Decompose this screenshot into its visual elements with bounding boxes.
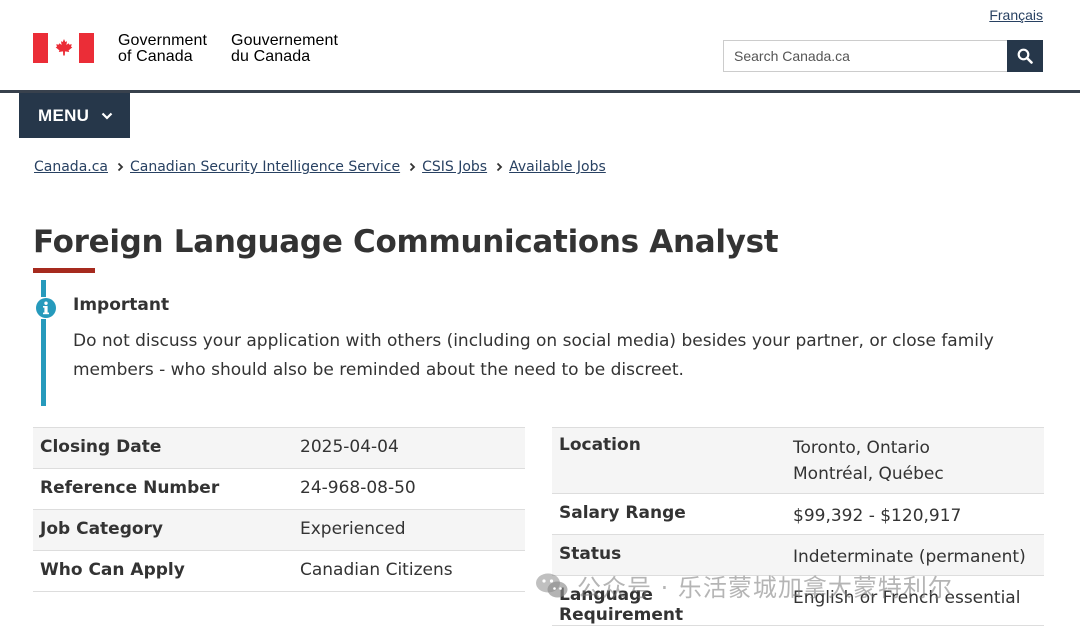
chevron-right-icon [117,162,124,172]
table-row: Who Can Apply Canadian Citizens [33,551,525,592]
detail-label: Reference Number [40,478,220,498]
detail-value: Canadian Citizens [300,560,453,580]
canada-flag [33,33,94,63]
job-details-left: Closing Date 2025-04-04 Reference Number… [33,427,525,592]
detail-value: Toronto, Ontario Montréal, Québec [793,438,944,484]
detail-label: Job Category [40,519,164,539]
alert-title: Important [73,295,170,315]
important-alert: Important Do not discuss your applicatio… [35,280,1001,406]
detail-label: Closing Date [40,437,162,457]
breadcrumb-available-jobs[interactable]: Available Jobs [509,159,606,175]
chevron-right-icon [409,162,416,172]
government-signature[interactable]: Government of Canada Gouvernement du Can… [33,33,338,65]
table-row: Closing Date 2025-04-04 [33,427,525,469]
alert-body: Do not discuss your application with oth… [73,331,994,380]
watermark: 公众号 · 乐活蒙城加拿大蒙特利尔 [535,568,953,603]
table-row: Salary Range $99,392 - $120,917 [552,494,1044,535]
signature-french: Gouvernement du Canada [231,32,339,65]
breadcrumb-csis-jobs[interactable]: CSIS Jobs [422,159,487,175]
breadcrumb-csis[interactable]: Canadian Security Intelligence Service [130,159,400,175]
info-icon [36,298,56,318]
table-row: Job Category Experienced [33,509,525,551]
breadcrumb: Canada.ca Canadian Security Intelligence… [34,159,606,175]
chevron-right-icon [496,162,503,172]
header-divider [0,90,1080,93]
detail-value: 2025-04-04 [300,437,399,457]
detail-value: $99,392 - $120,917 [793,506,962,526]
detail-label: Location [559,435,641,455]
table-row: Location Toronto, Ontario Montréal, Québ… [552,427,1044,494]
menu-label: MENU [38,105,90,125]
page: Français Government of Canada Gouverneme… [0,0,1080,631]
watermark-text: 公众号 · 乐活蒙城加拿大蒙特利尔 [577,574,953,602]
detail-label: Salary Range [559,503,686,523]
search-form [723,40,1043,72]
detail-value: Experienced [300,519,406,539]
table-row: Reference Number 24-968-08-50 [33,469,525,510]
menu-button[interactable]: MENU [19,93,130,138]
signature-english: Government of Canada [118,32,208,65]
search-button[interactable] [1007,40,1043,72]
wechat-icon [536,573,568,597]
title-underline [33,268,95,273]
page-title: Foreign Language Communications Analyst [33,224,779,260]
search-input[interactable] [723,40,1007,72]
search-icon [1017,48,1033,64]
detail-value: 24-968-08-50 [300,478,416,498]
maple-leaf-icon [55,39,72,56]
breadcrumb-canada-ca[interactable]: Canada.ca [34,159,108,175]
language-toggle-link[interactable]: Français [989,7,1043,23]
detail-label: Who Can Apply [40,560,185,580]
chevron-down-icon [101,112,113,120]
